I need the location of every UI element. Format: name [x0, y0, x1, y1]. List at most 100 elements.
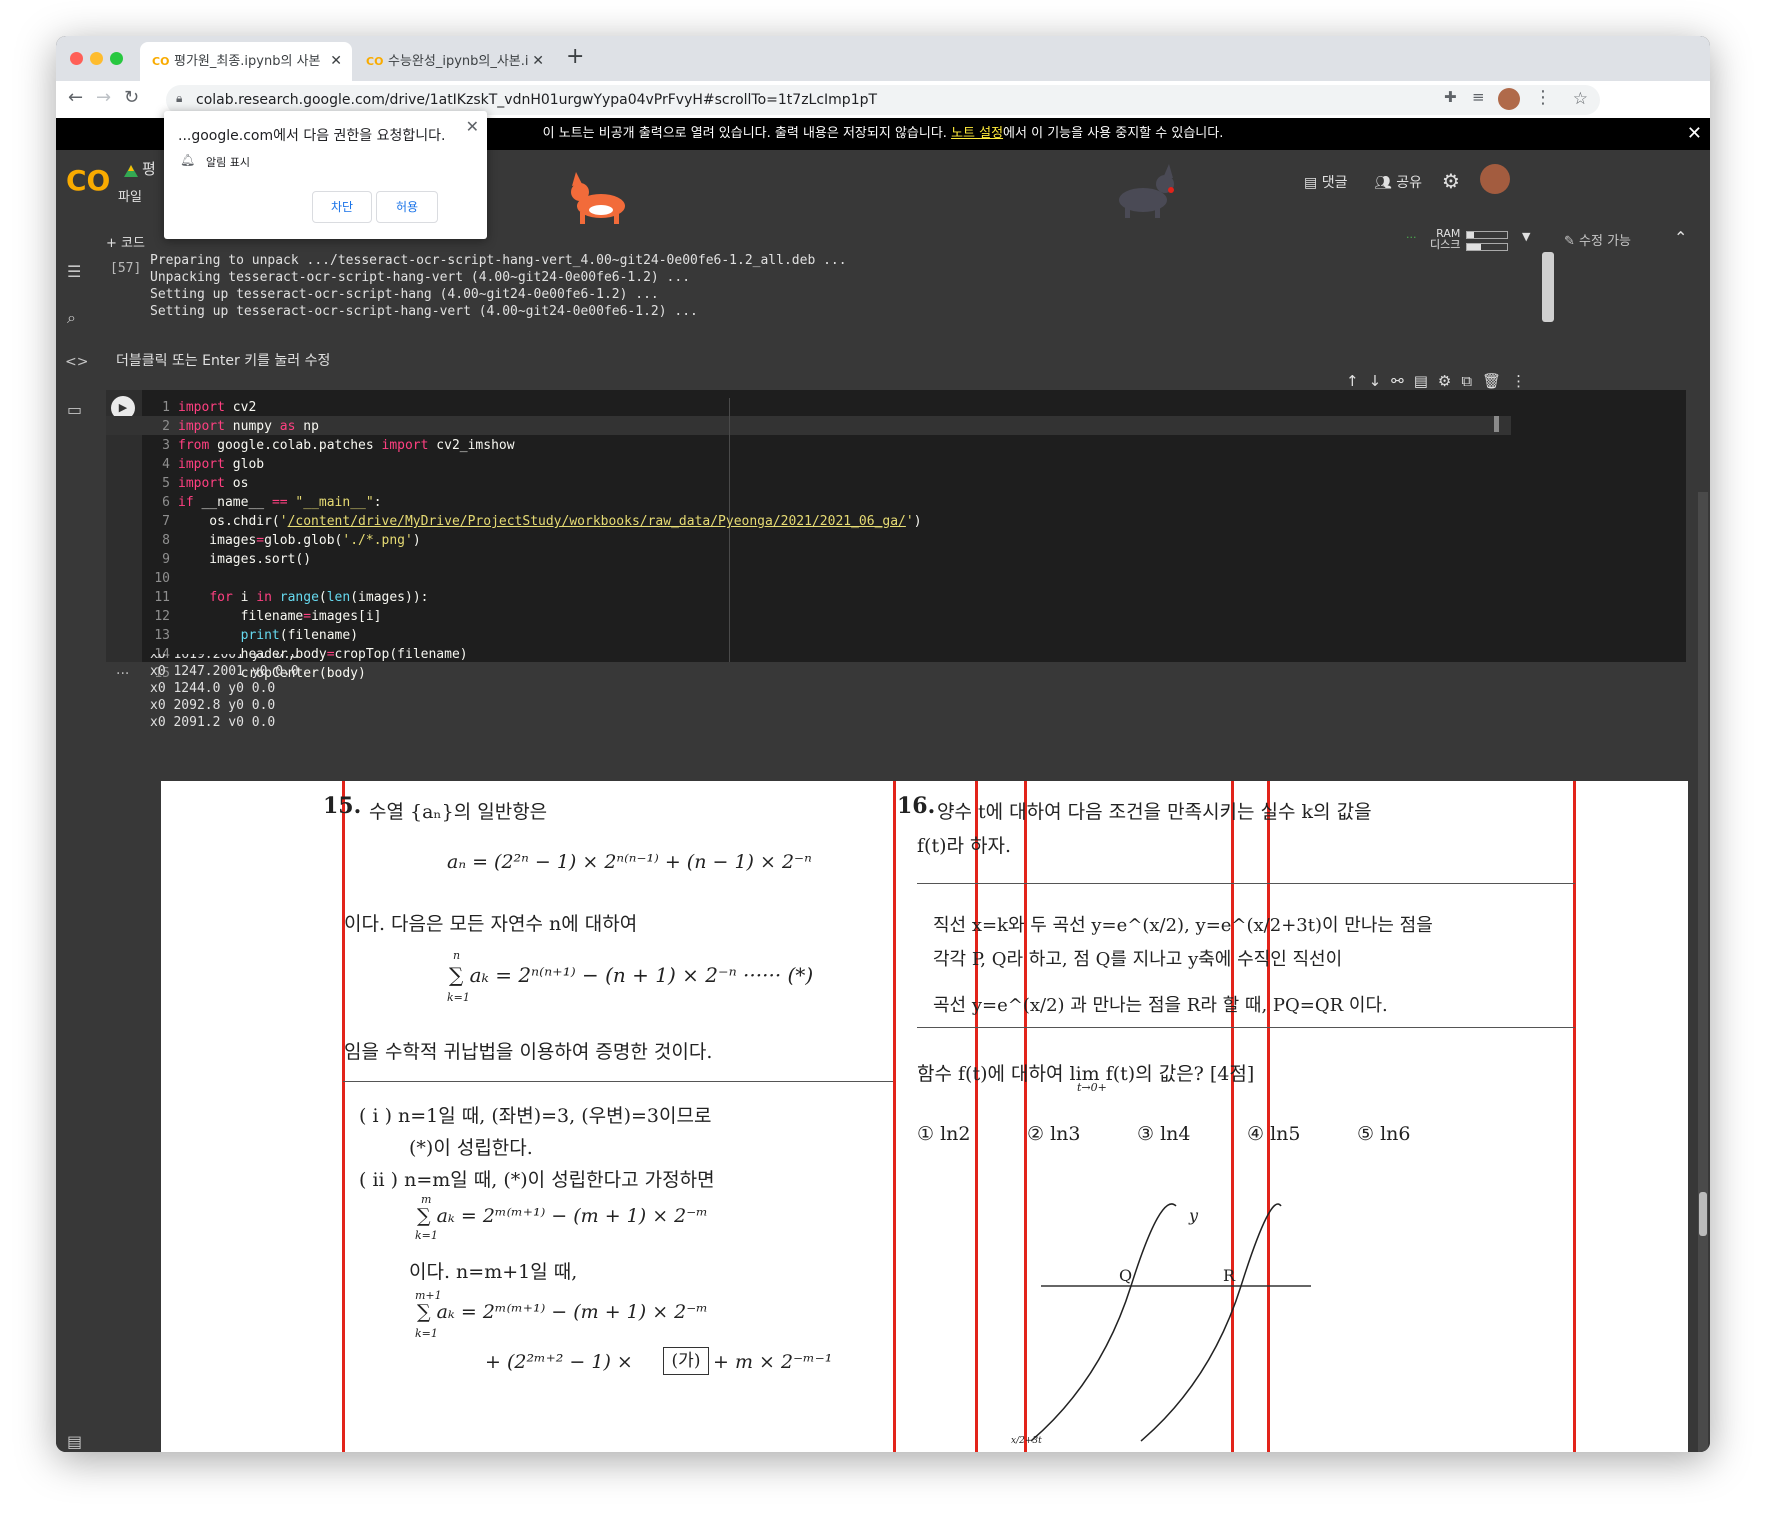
tab-active[interactable]: CO 평가원_최종.ipynb의 사본 - Colab ✕	[140, 42, 352, 81]
code-line: images=glob.glob('./*.png')	[178, 533, 421, 548]
proof-formula: ∑ aₖ = 2ᵐ⁽ᵐ⁺¹⁾ − (m + 1) × 2⁻ᵐ	[417, 1205, 708, 1227]
curve-graph	[1031, 1203, 1311, 1442]
minimize-window-button[interactable]	[90, 52, 103, 65]
code-icon[interactable]: <>	[65, 354, 88, 370]
choice: ② ln3	[1027, 1123, 1081, 1145]
terminal-icon[interactable]: ▤	[67, 1432, 82, 1451]
tab-title: 수능완성_ipynb의_사본.ipynb - C	[388, 54, 528, 69]
exec-count: [57]	[110, 261, 142, 276]
tab-inactive[interactable]: CO 수능완성_ipynb의_사본.ipynb - C ✕	[354, 42, 554, 81]
q15-formula: aₙ = (2²ⁿ − 1) × 2ⁿ⁽ⁿ⁻¹⁾ + (n − 1) × 2⁻ⁿ	[447, 851, 812, 873]
resource-labels[interactable]: RAM 디스크	[1430, 228, 1460, 250]
mirror-icon[interactable]: ⧉	[1461, 372, 1482, 390]
exam-image-output: 15. 수열 {aₙ}의 일반항은 aₙ = (2²ⁿ − 1) × 2ⁿ⁽ⁿ⁻…	[161, 781, 1688, 1452]
code-line: if __name__ == "__main__":	[178, 495, 382, 510]
avatar[interactable]	[1498, 88, 1520, 110]
q15-number: 15.	[323, 793, 362, 819]
disk-label: 디스크	[1430, 238, 1461, 251]
toc-icon[interactable]: ☰	[67, 262, 81, 281]
status-dots: ...	[1406, 228, 1417, 241]
move-up-icon[interactable]: ↑	[1346, 372, 1369, 390]
chevron-down-icon[interactable]: ▼	[1522, 230, 1530, 243]
crop-line	[975, 781, 978, 1452]
share-button[interactable]: 👥︎ 공유	[1374, 172, 1422, 192]
close-icon[interactable]: ✕	[466, 117, 479, 136]
close-icon[interactable]: ✕	[532, 42, 544, 81]
lock-icon: 🔒︎	[176, 91, 183, 105]
code-line: import cv2	[178, 400, 257, 415]
delete-icon[interactable]: 🗑︎	[1482, 372, 1511, 390]
corgi-icon	[566, 168, 636, 228]
output-line: x0 2092.8 y0 0.0	[150, 698, 276, 713]
extensions-icon[interactable]: ✚	[1444, 88, 1457, 106]
crop-line	[342, 781, 345, 1452]
allow-button[interactable]: 허용	[376, 191, 438, 223]
code-line: print(filename)	[240, 628, 359, 643]
output-line: Setting up tesseract-ocr-script-hang-ver…	[150, 304, 698, 319]
link-icon[interactable]: ⚯	[1391, 372, 1414, 390]
q15-text: 임을 수학적 귀납법을 이용하여 증명한 것이다.	[344, 1041, 713, 1063]
point-label-r: R	[1223, 1266, 1236, 1285]
output-scrollbar[interactable]	[1542, 252, 1554, 322]
collapse-header-icon[interactable]: ⌃	[1674, 228, 1687, 247]
code-line: for i in range(len(images)):	[209, 590, 429, 605]
q16-text: f(t)라 하자.	[917, 835, 1012, 857]
folder-icon[interactable]: ▭	[67, 400, 82, 419]
divider	[917, 1027, 1575, 1028]
more-icon[interactable]: ⋮	[1511, 372, 1536, 390]
close-window-button[interactable]	[70, 52, 83, 65]
close-icon[interactable]: ✕	[330, 42, 342, 81]
gear-icon[interactable]: ⚙	[1438, 372, 1461, 390]
maximize-window-button[interactable]	[110, 52, 123, 65]
code-line: filename=images[i]	[178, 609, 382, 624]
menu-icon[interactable]: ⋮	[1534, 87, 1552, 108]
colab-logo[interactable]: CO	[66, 164, 110, 197]
tab-title: 평가원_최종.ipynb의 사본 - Colab	[174, 54, 324, 69]
proof-line: (*)이 성립한다.	[409, 1137, 533, 1159]
add-code-button[interactable]: + 코드	[106, 232, 145, 251]
menu-file[interactable]: 파일	[118, 186, 142, 205]
comment-button[interactable]: ▤ 댓글	[1304, 172, 1347, 192]
reload-icon[interactable]: ↻	[124, 87, 139, 108]
back-icon[interactable]: ←	[68, 87, 83, 108]
notebook-title[interactable]: 평	[142, 158, 156, 179]
dog-icon	[1111, 162, 1181, 222]
forward-icon[interactable]: →	[96, 87, 111, 108]
choice: ① ln2	[917, 1123, 971, 1145]
move-down-icon[interactable]: ↓	[1369, 372, 1392, 390]
line-numbers: 1 2 3 4 5 6 7 8 9 10 11 12 13 14 15	[154, 400, 170, 681]
condition-line: 곡선 y=e^(x/2) 과 만나는 점을 R라 할 때, PQ=QR 이다.	[933, 995, 1388, 1016]
new-tab-button[interactable]: +	[566, 44, 584, 69]
output-menu-icon[interactable]: ...	[116, 662, 129, 678]
star-icon[interactable]: ☆	[1573, 89, 1588, 109]
media-icon[interactable]: ≡	[1472, 88, 1485, 106]
gear-icon[interactable]: ⚙	[1442, 169, 1460, 193]
code-line: images.sort()	[178, 552, 312, 567]
user-avatar[interactable]	[1480, 164, 1510, 194]
comment-icon[interactable]: ▤	[1414, 372, 1438, 390]
code-scrollbar[interactable]	[1494, 416, 1499, 432]
code-editor[interactable]: import cv2 import numpy as np from googl…	[178, 398, 922, 683]
point-label-q: Q	[1119, 1266, 1133, 1285]
edit-mode-button[interactable]: ✎ 수정 가능	[1564, 230, 1631, 249]
search-icon[interactable]: ⌕	[67, 308, 76, 328]
condition-line: 직선 x=k와 두 곡선 y=e^(x/2), y=e^(x/2+3t)이 만나…	[933, 915, 1433, 936]
close-icon[interactable]: ✕	[1687, 118, 1702, 150]
code-cell[interactable]: ▶ 1 2 3 4 5 6 7 8 9 10 11 12 13 14 15 im…	[106, 390, 1686, 681]
proof-formula: ∑ aₖ = 2ᵐ⁽ᵐ⁺¹⁾ − (m + 1) × 2⁻ᵐ	[417, 1301, 708, 1323]
left-rail: ☰ ⌕ <> ▭ ▤	[56, 252, 94, 1452]
popup-title: ...google.com에서 다음 권한을 요청합니다.	[178, 128, 446, 144]
code-line: os.chdir('/content/drive/MyDrive/Project…	[178, 514, 922, 529]
drive-icon	[124, 162, 138, 177]
notebook-scrollbar[interactable]	[1698, 492, 1708, 1452]
notebook-settings-link[interactable]: 노트 설정	[951, 126, 1003, 141]
block-button[interactable]: 차단	[312, 191, 372, 223]
notice-text: 이 노트는 비공개 출력으로 열려 있습니다. 출력 내용은 저장되지 않습니다…	[542, 126, 947, 141]
code-line: from google.colab.patches import cv2_ims…	[178, 438, 515, 453]
colab-favicon-icon: CO	[152, 55, 170, 68]
pencil-icon: ✎	[1564, 234, 1580, 249]
people-icon: 👥︎	[1374, 175, 1397, 191]
blank-box: (가)	[663, 1347, 709, 1375]
text-cell-hint[interactable]: 더블클릭 또는 Enter 키를 눌러 수정	[116, 350, 330, 370]
